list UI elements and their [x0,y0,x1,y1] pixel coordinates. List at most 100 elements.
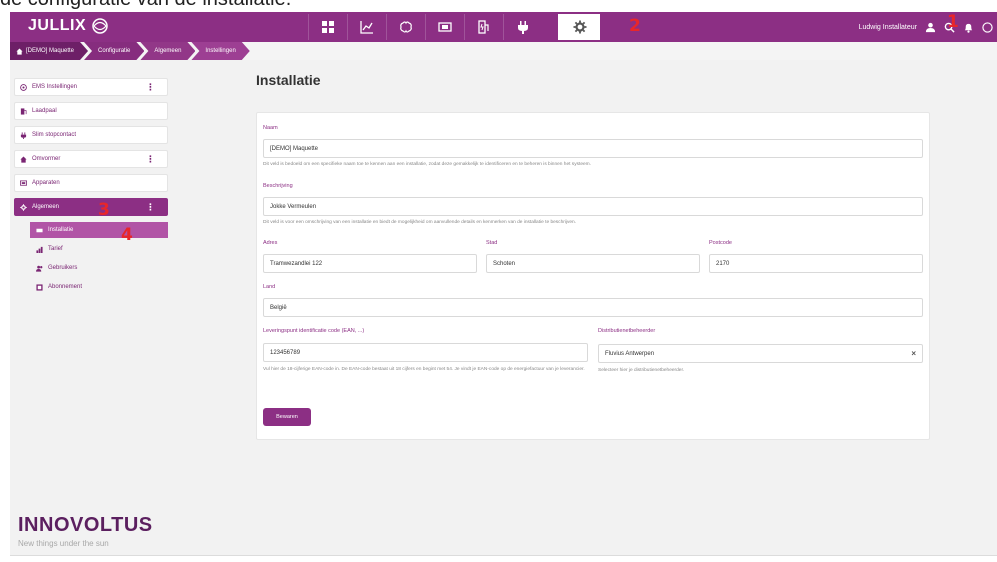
dashboard-icon [321,21,334,33]
sidebar-item-label: Slim stopcontact [32,132,77,138]
sidebar-item-label: EMS Instellingen [32,84,78,90]
sidebar-subitem-label: Installatie [48,227,74,233]
gear-icon [20,203,27,211]
address-field[interactable]: Tramwezandlei 122 [263,254,477,273]
ean-label: Leveringspunt identificatie code (EAN, .… [263,328,365,334]
name-label: Naam [263,125,278,131]
user-icon[interactable] [925,22,936,33]
dso-label: Distributienetbeheerder [598,328,656,334]
page-title: Installatie [256,72,321,88]
sidebar-item-algemeen[interactable]: Algemeen ⋮ [14,198,168,216]
nav-dashboard-button[interactable] [308,14,346,40]
ev-charger-icon [477,20,489,34]
sidebar-item-slim-stopcontact[interactable]: Slim stopcontact [14,126,168,144]
sidebar-subitem-label: Tarief [48,246,63,252]
inverter-icon [20,155,27,163]
description-label: Beschrijving [263,183,293,189]
nav-plug-button[interactable] [503,14,541,40]
devices-icon [20,179,27,186]
ean-help-text: Vul hier de 18-cijferige EAN-code in. De… [263,367,585,372]
ems-icon [20,83,27,91]
country-field[interactable]: België [263,298,923,317]
dso-select[interactable]: Fluvius Antwerpen × [598,344,923,363]
dso-selected-value: Fluvius Antwerpen [605,350,655,357]
brand-tagline: New things under the sun [18,539,109,548]
plug-icon [20,131,27,139]
divider [10,555,997,556]
name-help-text: Dit veld is bedoeld om een specifieke na… [263,162,591,167]
sidebar-subitem-abonnement[interactable]: Abonnement [30,279,168,295]
breadcrumb: [DEMO] Maquette Configuratie Algemeen In… [10,42,997,60]
nav-battery-button[interactable] [425,14,463,40]
annotation-3: 3 [98,200,110,220]
dso-help-text: Selecteer hier je distributienetbeheerde… [598,368,685,373]
tariff-icon [36,246,43,253]
installation-icon [36,228,43,232]
sidebar-item-laadpaal[interactable]: Laadpaal [14,102,168,120]
clear-selection-icon[interactable]: × [911,349,916,358]
breadcrumb-label: Configuratie [98,48,131,54]
user-name[interactable]: Ludwig Installateur [859,24,917,31]
sidebar-item-label: Algemeen [32,204,60,210]
postcode-label: Postcode [709,240,732,246]
brain-icon [399,21,412,33]
sidebar-subitem-tarief[interactable]: Tarief [30,241,168,257]
brand-logo: INNOVOLTUS New things under the sun [18,514,153,548]
sidebar-item-label: Omvormer [32,156,61,162]
logo-text: JULLIX [28,17,87,34]
description-field[interactable]: Jokke Vermeulen [263,197,923,216]
annotation-1: 1 [947,12,959,32]
save-button[interactable]: Bewaren [263,408,311,426]
description-help-text: Dit veld is voor een omschrijving van ee… [263,220,577,225]
nav-charts-button[interactable] [347,14,385,40]
sidebar-subitem-gebruikers[interactable]: Gebruikers [30,260,168,276]
battery-icon [437,22,452,32]
home-icon [16,48,23,55]
sidebar-item-label: Laadpaal [32,108,57,114]
kebab-menu-icon[interactable]: ⋮ [146,82,155,93]
sidebar: EMS Instellingen ⋮ Laadpaal Slim stopcon… [14,78,168,298]
main-nav [308,14,601,40]
nav-brain-button[interactable] [386,14,424,40]
city-field[interactable]: Schoten [486,254,700,273]
breadcrumb-item[interactable]: Algemeen [140,42,195,60]
brand-name: INNOVOLTUS [18,514,153,536]
sidebar-item-apparaten[interactable]: Apparaten [14,174,168,192]
sidebar-subitem-label: Gebruikers [48,265,78,271]
breadcrumb-label: Instellingen [205,48,236,54]
subscription-icon [36,283,43,291]
ean-field[interactable]: 123456789 [263,343,588,362]
app-logo[interactable]: JULLIX [28,17,111,35]
country-label: Land [263,284,276,290]
name-field[interactable]: [DEMO] Maquette [263,139,923,158]
sidebar-item-omvormer[interactable]: Omvormer ⋮ [14,150,168,168]
nav-charger-button[interactable] [464,14,502,40]
breadcrumb-label: Algemeen [154,48,182,54]
caption-text: de configuratie van de installatie. [0,0,291,12]
kebab-menu-icon[interactable]: ⋮ [146,154,155,165]
help-icon[interactable] [982,21,993,33]
kebab-menu-icon[interactable]: ⋮ [146,202,155,213]
postcode-field[interactable]: 2170 [709,254,923,273]
annotation-4: 4 [121,225,133,245]
address-label: Adres [263,240,278,246]
top-navigation-bar: JULLIX Ludwig Installateur [10,12,997,42]
sidebar-subitem-installatie[interactable]: Installatie [30,222,168,238]
user-area: Ludwig Installateur [859,12,997,42]
nav-settings-button[interactable] [558,14,600,40]
sidebar-subitem-label: Abonnement [48,284,83,290]
line-chart-icon [359,21,373,34]
users-icon [36,265,43,272]
installation-form: Naam [DEMO] Maquette Dit veld is bedoeld… [256,112,930,440]
breadcrumb-label: [DEMO] Maquette [26,48,75,54]
charger-icon [20,107,27,115]
sidebar-item-label: Apparaten [32,180,60,186]
breadcrumb-item[interactable]: Instellingen [191,42,249,60]
logo-swirl-icon [92,18,108,34]
sidebar-item-ems-instellingen[interactable]: EMS Instellingen ⋮ [14,78,168,96]
city-label: Stad [486,240,498,246]
breadcrumb-item[interactable]: Configuratie [84,42,144,60]
breadcrumb-item[interactable]: [DEMO] Maquette [10,42,88,60]
bell-icon[interactable] [963,22,974,33]
gear-icon [573,20,586,34]
